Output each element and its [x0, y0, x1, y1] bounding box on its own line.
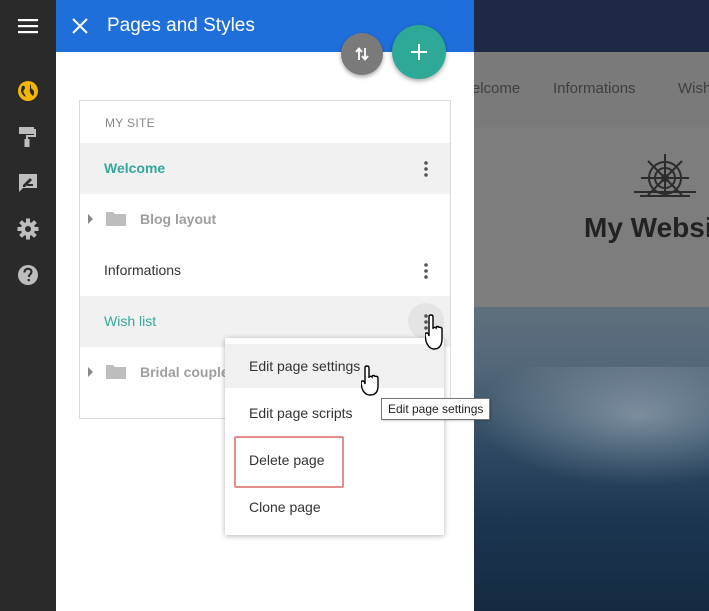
page-item-informations[interactable]: Informations: [80, 245, 450, 296]
page-label: Blog layout: [140, 211, 217, 227]
menu-item-label: Clone page: [249, 499, 321, 515]
site-title: My Website: [584, 212, 709, 243]
section-label: MY SITE: [105, 116, 155, 130]
edit-icon[interactable]: [0, 168, 56, 198]
plus-icon: [411, 44, 427, 60]
preview-menu-item[interactable]: Informations: [553, 80, 636, 97]
paint-roller-icon[interactable]: [0, 122, 56, 152]
page-label: Wish list: [104, 313, 157, 329]
more-vert-icon[interactable]: [414, 157, 438, 181]
left-rail: [0, 0, 56, 611]
page-label: Bridal couple: [140, 364, 229, 380]
page-item-welcome[interactable]: Welcome: [80, 143, 450, 194]
panel-title: Pages and Styles: [107, 15, 255, 36]
menu-item-clone-page[interactable]: Clone page: [225, 485, 444, 529]
menu-item-edit-page-settings[interactable]: Edit page settings: [225, 344, 444, 388]
sort-button[interactable]: [341, 33, 383, 75]
hand-cursor-icon: [361, 365, 379, 396]
tooltip: Edit page settings: [381, 398, 491, 420]
menu-item-label: Edit page scripts: [249, 405, 353, 421]
ship-wheel-logo: [634, 154, 696, 197]
close-icon[interactable]: [68, 14, 92, 38]
preview-menu-item[interactable]: Welcome: [474, 80, 520, 97]
sea-background: [474, 307, 709, 611]
hand-cursor-icon: [425, 314, 443, 350]
expand-caret-icon[interactable]: [88, 214, 93, 224]
add-page-button[interactable]: [392, 25, 446, 79]
more-vert-icon[interactable]: [414, 259, 438, 283]
delete-highlight-box: [234, 436, 344, 488]
gear-icon[interactable]: [0, 214, 56, 244]
site-preview: Welcome Informations Wish list My Websit…: [474, 0, 709, 611]
menu-icon[interactable]: [0, 0, 56, 52]
preview-menu-item[interactable]: Wish list: [678, 80, 709, 97]
sort-icon: [355, 47, 369, 61]
help-icon[interactable]: [0, 260, 56, 290]
folder-icon: [106, 210, 126, 231]
page-item-blog-layout[interactable]: Blog layout: [80, 194, 450, 245]
menu-item-label: Edit page settings: [249, 358, 361, 374]
page-label: Welcome: [104, 160, 166, 176]
page-context-menu: Edit page settings Edit page scripts Del…: [225, 338, 444, 535]
globe-icon[interactable]: [0, 76, 56, 106]
expand-caret-icon[interactable]: [88, 367, 93, 377]
preview-menu: Welcome Informations Wish list: [474, 52, 709, 127]
preview-topbar: [474, 0, 709, 52]
folder-icon: [106, 363, 126, 384]
page-label: Informations: [104, 262, 182, 278]
